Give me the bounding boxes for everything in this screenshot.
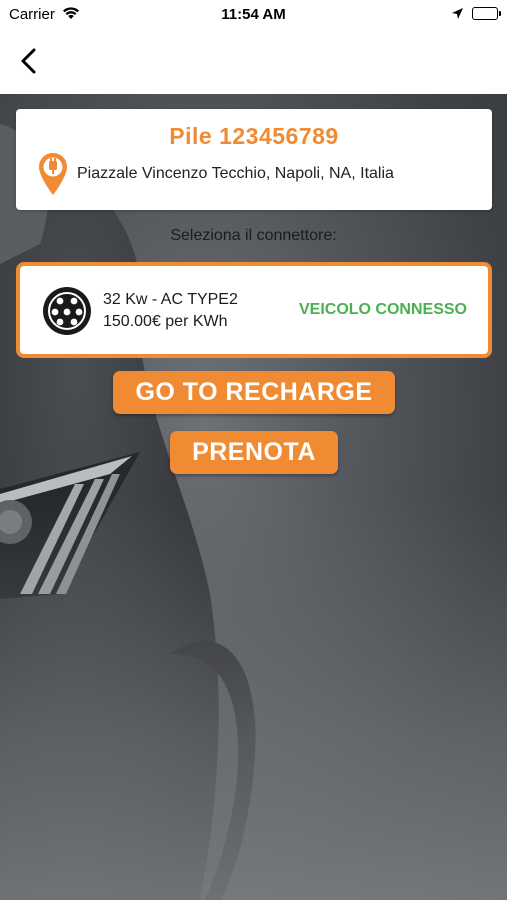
connector-card[interactable]: 32 Kw - AC TYPE2 150.00€ per KWh VEICOLO… — [16, 262, 492, 358]
connector-status: VEICOLO CONNESSO — [298, 301, 467, 318]
pile-info-card: Pile 123456789 Piazzale Vincenzo Tecchio… — [16, 109, 492, 210]
pile-title: Pile 123456789 — [169, 123, 339, 149]
type2-socket-icon — [42, 286, 92, 341]
pile-address: Piazzale Vincenzo Tecchio, Napoli, NA, I… — [77, 165, 394, 182]
select-connector-label: Seleziona il connettore: — [170, 227, 337, 244]
location-arrow-icon — [451, 7, 464, 25]
battery-tip — [499, 11, 501, 16]
car-background-image — [0, 94, 507, 900]
go-to-recharge-button[interactable]: GO TO RECHARGE — [113, 371, 395, 414]
status-bar: Carrier 11:54 AM — [0, 0, 507, 30]
navigation-bar — [0, 30, 507, 94]
battery-icon — [472, 7, 501, 20]
clock: 11:54 AM — [221, 6, 286, 23]
charging-pin-icon — [37, 151, 69, 202]
prenota-button[interactable]: PRENOTA — [170, 431, 338, 474]
connector-price: 150.00€ per KWh — [103, 313, 228, 330]
connector-power: 32 Kw - AC TYPE2 — [103, 291, 238, 308]
chevron-left-icon[interactable] — [14, 44, 44, 78]
